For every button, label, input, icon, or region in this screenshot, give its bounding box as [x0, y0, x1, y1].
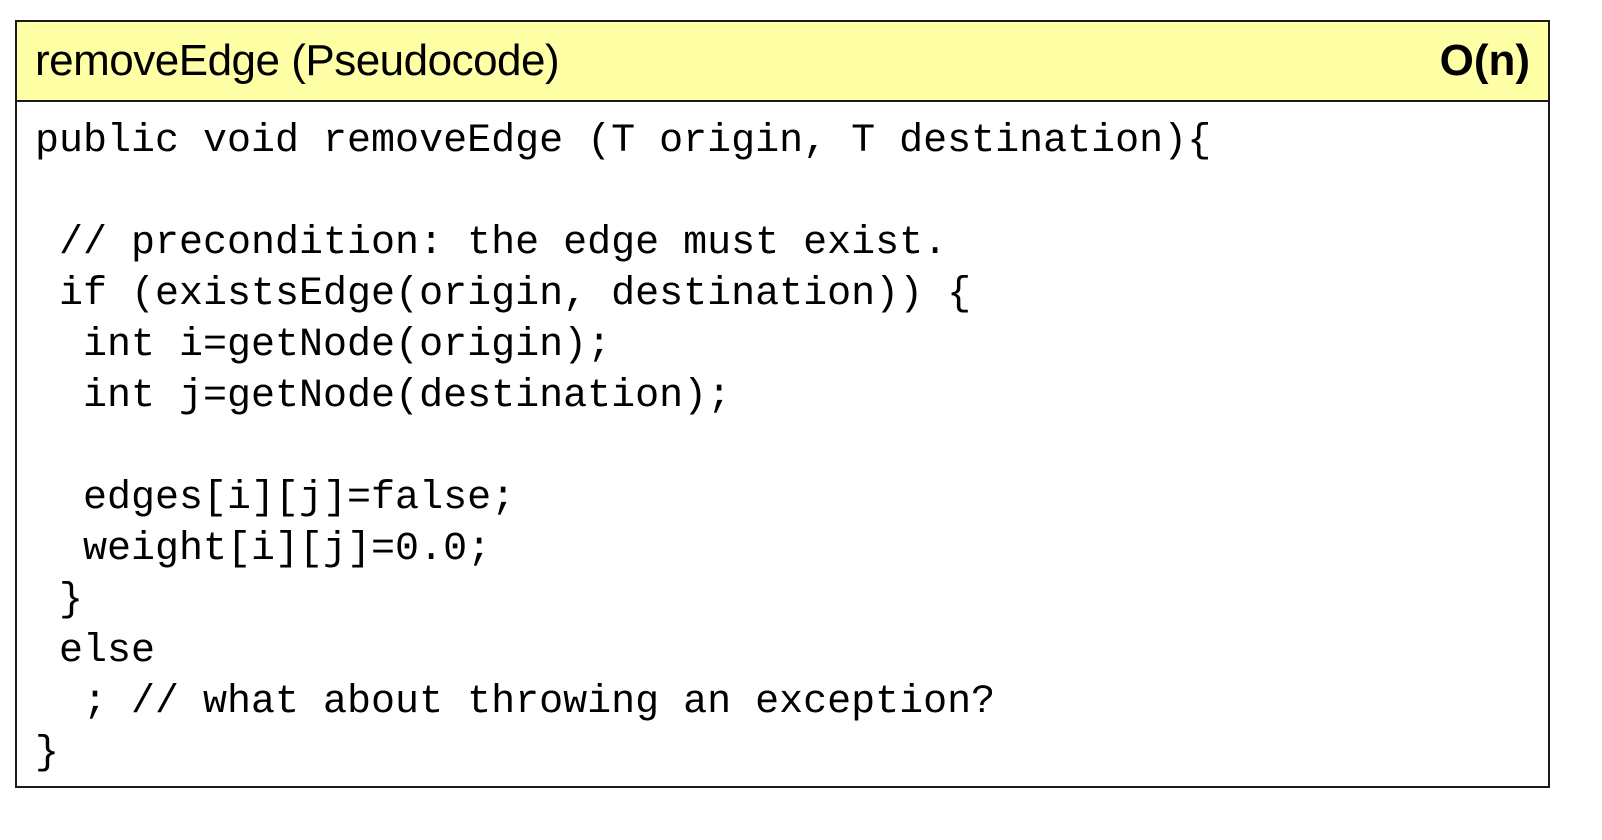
code-line: int i=getNode(origin); — [35, 323, 612, 368]
code-line: if (existsEdge(origin, destination)) { — [35, 272, 972, 317]
code-line: } — [35, 578, 84, 623]
code-line: edges[i][j]=false; — [35, 476, 516, 521]
code-block: public void removeEdge (T origin, T dest… — [17, 102, 1548, 779]
panel-title: removeEdge (Pseudocode) — [35, 36, 560, 85]
panel-header: removeEdge (Pseudocode) O(n) — [17, 22, 1548, 102]
code-line: ; // what about throwing an exception? — [35, 680, 996, 725]
code-panel: removeEdge (Pseudocode) O(n) public void… — [15, 20, 1550, 788]
code-line: // precondition: the edge must exist. — [35, 221, 948, 266]
code-line: } — [35, 731, 60, 776]
code-line: int j=getNode(destination); — [35, 374, 732, 419]
complexity-label: O(n) — [1439, 36, 1530, 85]
code-line: weight[i][j]=0.0; — [35, 527, 492, 572]
code-line: else — [35, 629, 156, 674]
code-line: public void removeEdge (T origin, T dest… — [35, 119, 1212, 164]
